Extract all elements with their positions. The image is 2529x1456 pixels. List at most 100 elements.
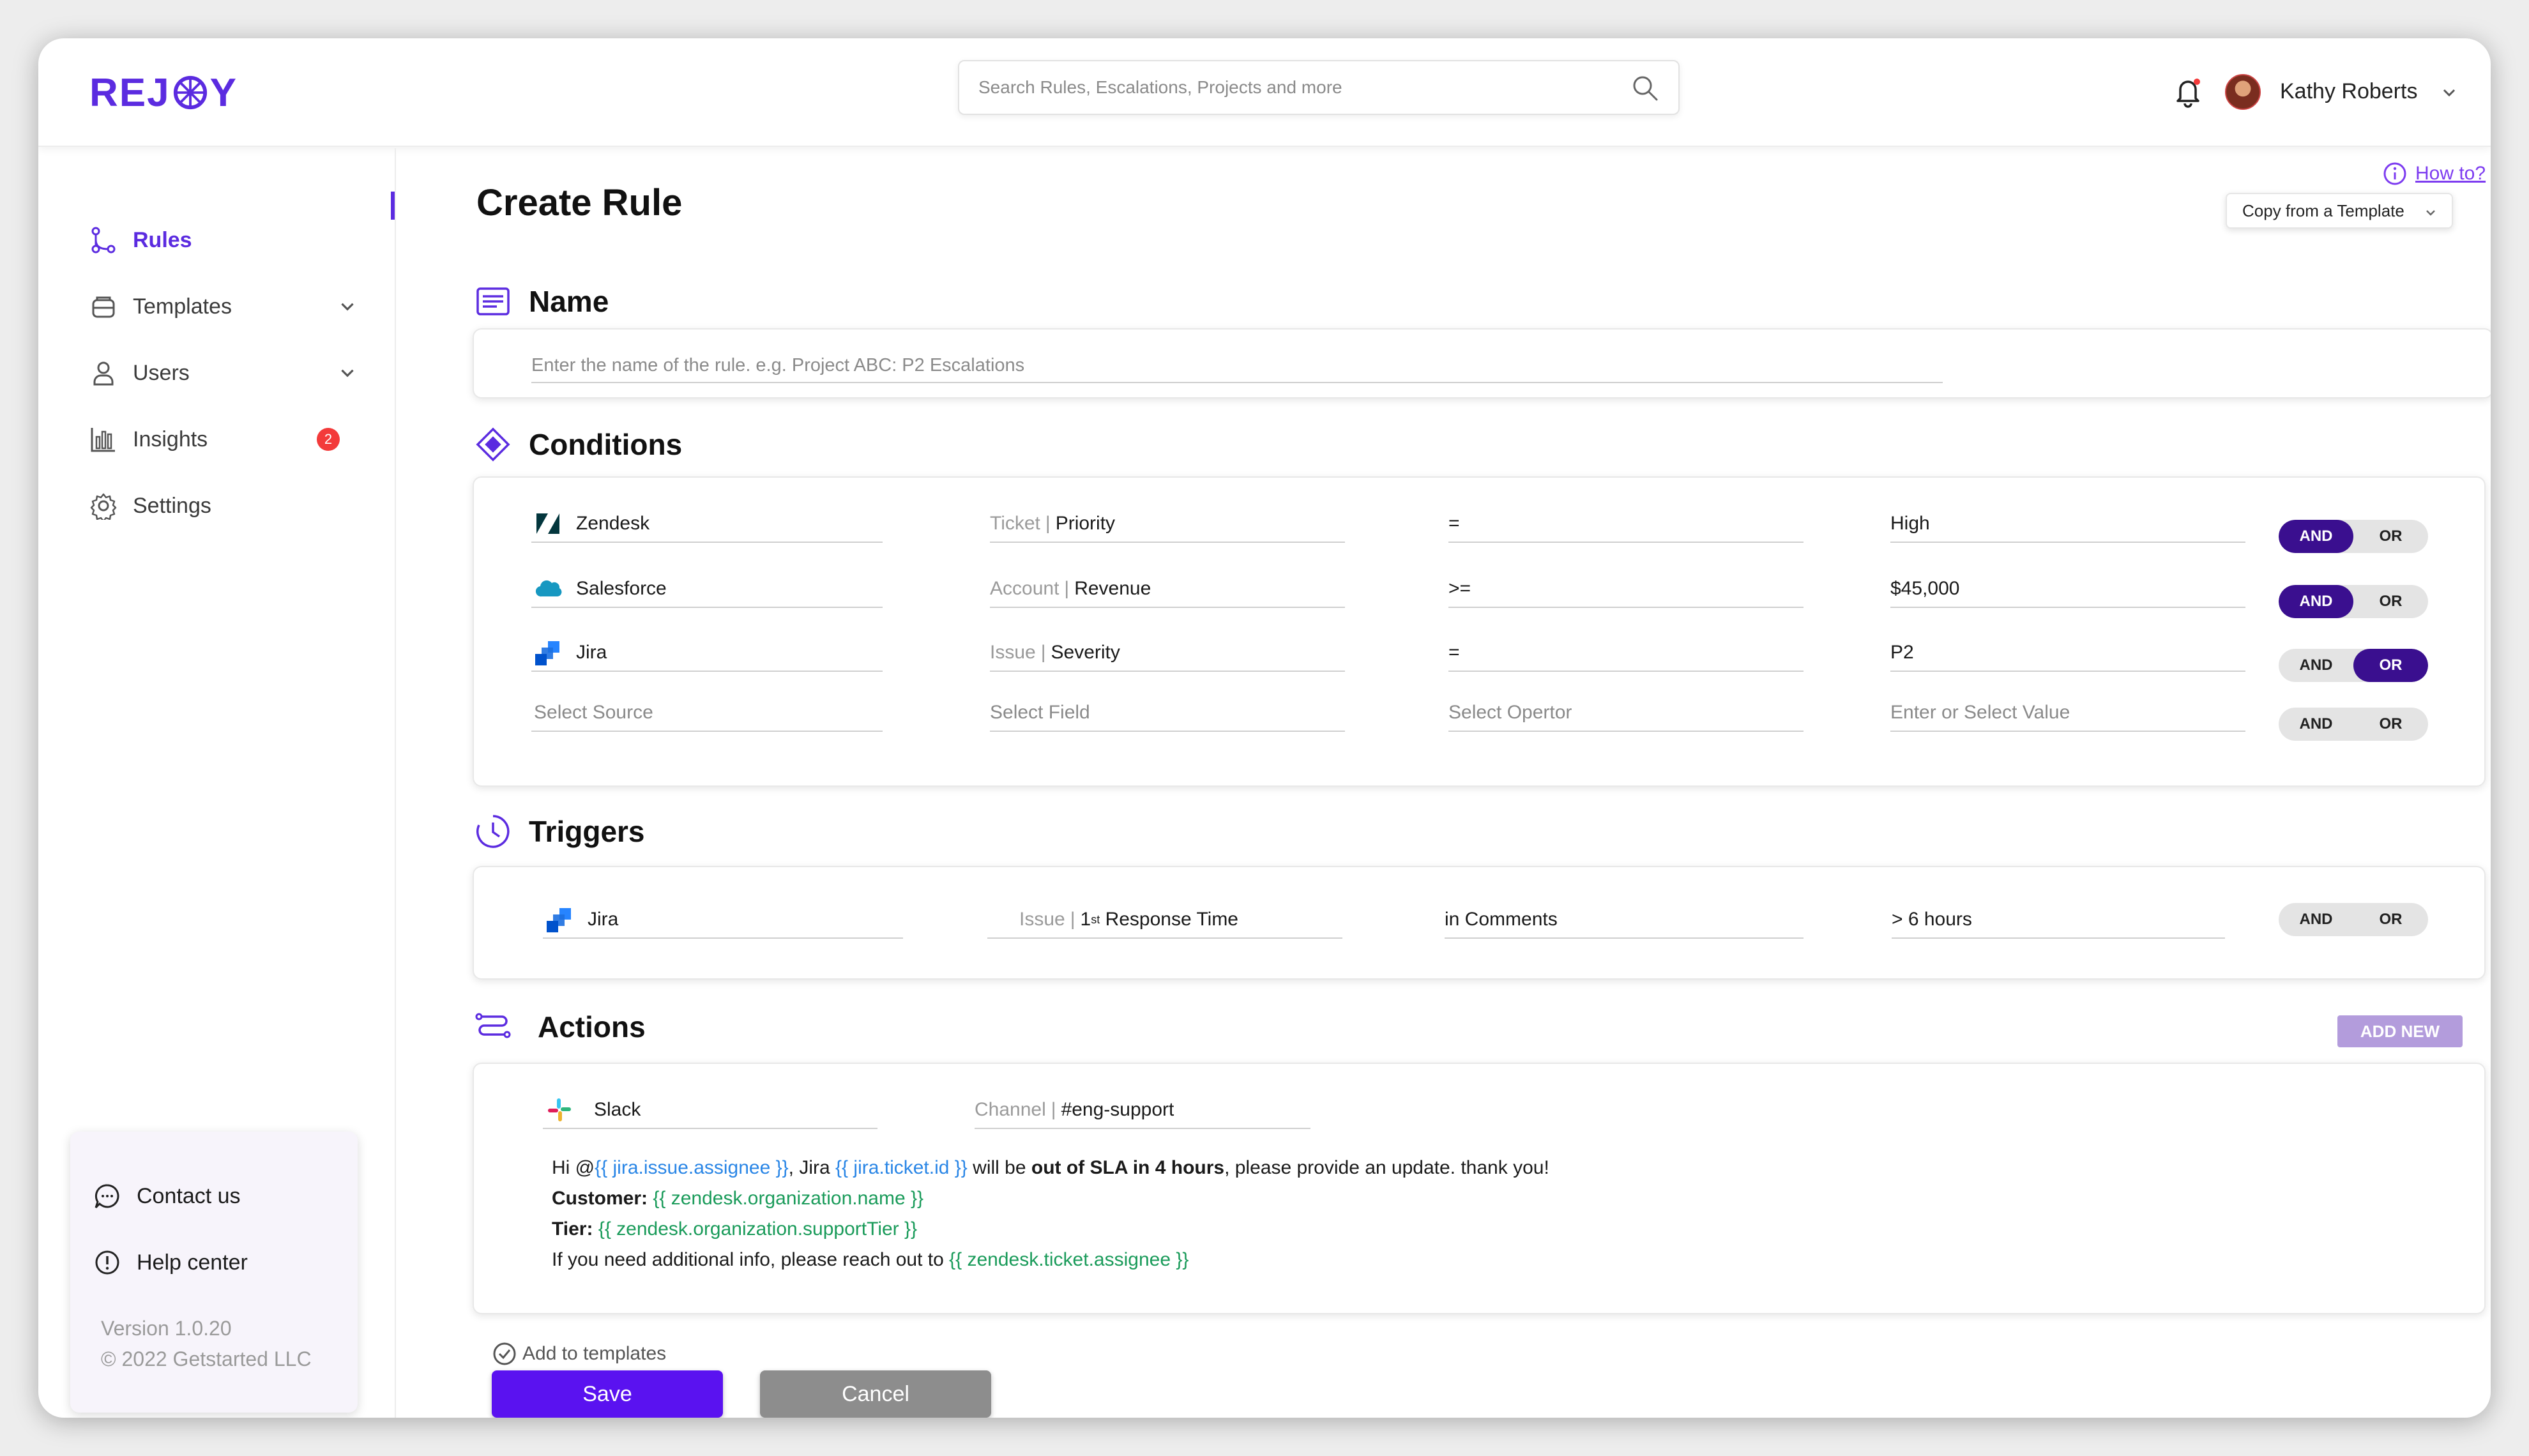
and-or-toggle[interactable]: AND OR xyxy=(2279,520,2428,553)
copy-template-label: Copy from a Template xyxy=(2242,201,2404,220)
or-option[interactable]: OR xyxy=(2353,649,2428,682)
and-option[interactable]: AND xyxy=(2279,649,2353,682)
user-menu-chevron-down-icon[interactable] xyxy=(2440,83,2459,102)
conditions-section-heading: Conditions xyxy=(474,425,682,464)
and-option[interactable]: AND xyxy=(2279,903,2353,936)
search-icon[interactable] xyxy=(1631,74,1659,102)
or-option[interactable]: OR xyxy=(2353,708,2428,741)
help-center-label: Help center xyxy=(137,1250,248,1275)
chevron-down-icon[interactable] xyxy=(337,296,358,317)
condition-operator-select[interactable]: >= xyxy=(1448,571,1804,608)
condition-source-select[interactable]: Salesforce xyxy=(531,571,883,608)
msg-bold-text: Tier: xyxy=(552,1218,593,1240)
jira-icon xyxy=(547,908,571,932)
source-value: Slack xyxy=(594,1099,641,1120)
cancel-button[interactable]: Cancel xyxy=(760,1370,991,1418)
condition-value-input[interactable]: High xyxy=(1890,506,2245,543)
condition-operator-select[interactable]: = xyxy=(1448,635,1804,672)
logo-text-right: Y xyxy=(209,70,238,115)
and-or-toggle[interactable]: AND OR xyxy=(2279,649,2428,682)
users-icon xyxy=(93,361,114,386)
copyright-text: © 2022 Getstarted LLC xyxy=(101,1347,312,1370)
msg-text: If you need additional info, please reac… xyxy=(552,1249,950,1270)
operator-value: in Comments xyxy=(1445,909,1558,930)
condition-value-input[interactable]: $45,000 xyxy=(1890,571,2245,608)
and-or-toggle[interactable]: AND OR xyxy=(2279,903,2428,936)
chat-icon xyxy=(95,1184,119,1209)
rule-name-input[interactable] xyxy=(531,349,1943,383)
trigger-source-select[interactable]: Jira xyxy=(543,902,903,939)
condition-value: $45,000 xyxy=(1890,578,1960,599)
field-prefix: Account xyxy=(990,578,1059,599)
rejoy-logo[interactable]: REJ Y xyxy=(89,70,238,115)
contact-us-link[interactable]: Contact us xyxy=(93,1180,241,1212)
condition-source-select[interactable]: Jira xyxy=(531,635,883,672)
and-option[interactable]: AND xyxy=(2279,585,2353,618)
condition-field-select[interactable]: Ticket | Priority xyxy=(990,506,1345,543)
operator-value: = xyxy=(1448,513,1460,534)
sidebar-item-settings[interactable]: Settings xyxy=(89,487,358,525)
contact-us-label: Contact us xyxy=(137,1183,241,1208)
user-avatar[interactable] xyxy=(2225,74,2261,110)
sidebar-item-label: Users xyxy=(133,360,190,385)
or-option[interactable]: OR xyxy=(2353,903,2428,936)
and-option[interactable]: AND xyxy=(2279,708,2353,741)
condition-operator-select[interactable]: Select Opertor xyxy=(1448,695,1804,732)
and-option[interactable]: AND xyxy=(2279,520,2353,553)
chevron-down-icon[interactable] xyxy=(337,363,358,383)
clock-icon xyxy=(476,815,510,848)
trigger-field-select[interactable]: Issue | 1st Response Time xyxy=(987,902,1342,939)
templates-icon xyxy=(92,296,115,318)
jira-icon xyxy=(535,641,559,665)
sidebar-item-label: Templates xyxy=(133,294,232,319)
triggers-section-heading: Triggers xyxy=(474,812,645,851)
logo-wheel-icon xyxy=(173,75,207,110)
sidebar-item-label: Insights xyxy=(133,427,208,451)
condition-field-select[interactable]: Select Field xyxy=(990,695,1345,732)
search-input[interactable] xyxy=(978,61,1591,114)
copy-template-dropdown[interactable]: Copy from a Template xyxy=(2226,193,2453,229)
user-name[interactable]: Kathy Roberts xyxy=(2280,79,2417,104)
operator-value: = xyxy=(1448,642,1460,663)
sidebar-item-insights[interactable]: Insights 2 xyxy=(89,420,358,459)
action-source-select[interactable]: Slack xyxy=(543,1092,877,1129)
trigger-operator-select[interactable]: in Comments xyxy=(1445,902,1804,939)
add-new-action-button[interactable]: ADD NEW xyxy=(2337,1015,2463,1047)
sidebar-item-rules[interactable]: Rules xyxy=(89,221,358,259)
condition-value-input[interactable]: P2 xyxy=(1890,635,2245,672)
condition-field-select[interactable]: Issue | Severity xyxy=(990,635,1345,672)
msg-text: , please provide an update. thank you! xyxy=(1224,1157,1549,1178)
active-indicator xyxy=(391,192,395,220)
source-value: Zendesk xyxy=(576,513,650,534)
condition-field-select[interactable]: Account | Revenue xyxy=(990,571,1345,608)
condition-value: P2 xyxy=(1890,642,1914,663)
sidebar-item-templates[interactable]: Templates xyxy=(89,287,358,326)
field-number: 1 xyxy=(1080,909,1091,930)
message-line-3[interactable]: Tier: {{ zendesk.organization.supportTie… xyxy=(552,1218,917,1240)
condition-value-input[interactable]: Enter or Select Value xyxy=(1890,695,2245,732)
and-or-toggle[interactable]: AND OR xyxy=(2279,708,2428,741)
message-line-4[interactable]: If you need additional info, please reac… xyxy=(552,1249,1189,1271)
page-title: Create Rule xyxy=(476,182,683,224)
condition-operator-select[interactable]: = xyxy=(1448,506,1804,543)
help-center-link[interactable]: Help center xyxy=(93,1247,248,1278)
sidebar-item-users[interactable]: Users xyxy=(89,354,358,392)
how-to-link[interactable]: How to? xyxy=(2382,161,2486,186)
and-or-toggle[interactable]: AND OR xyxy=(2279,585,2428,618)
zendesk-icon xyxy=(536,513,559,534)
condition-source-select[interactable]: Select Source xyxy=(531,695,883,732)
message-line-2[interactable]: Customer: {{ zendesk.organization.name }… xyxy=(552,1188,923,1210)
name-card xyxy=(473,328,2491,398)
message-line-1[interactable]: Hi @{{ jira.issue.assignee }}, Jira {{ j… xyxy=(552,1157,1549,1179)
save-button[interactable]: Save xyxy=(492,1370,723,1418)
trigger-value-input[interactable]: > 6 hours xyxy=(1892,902,2225,939)
condition-source-select[interactable]: Zendesk xyxy=(531,506,883,543)
add-to-templates-checkbox[interactable]: Add to templates xyxy=(492,1341,666,1367)
name-section-heading: Name xyxy=(474,282,609,321)
slack-channel-select[interactable]: Channel | #eng-support xyxy=(975,1092,1310,1129)
rules-icon xyxy=(91,227,116,254)
or-option[interactable]: OR xyxy=(2353,585,2428,618)
notification-bell-icon[interactable] xyxy=(2171,74,2205,110)
value-placeholder: Enter or Select Value xyxy=(1890,702,2070,723)
or-option[interactable]: OR xyxy=(2353,520,2428,553)
